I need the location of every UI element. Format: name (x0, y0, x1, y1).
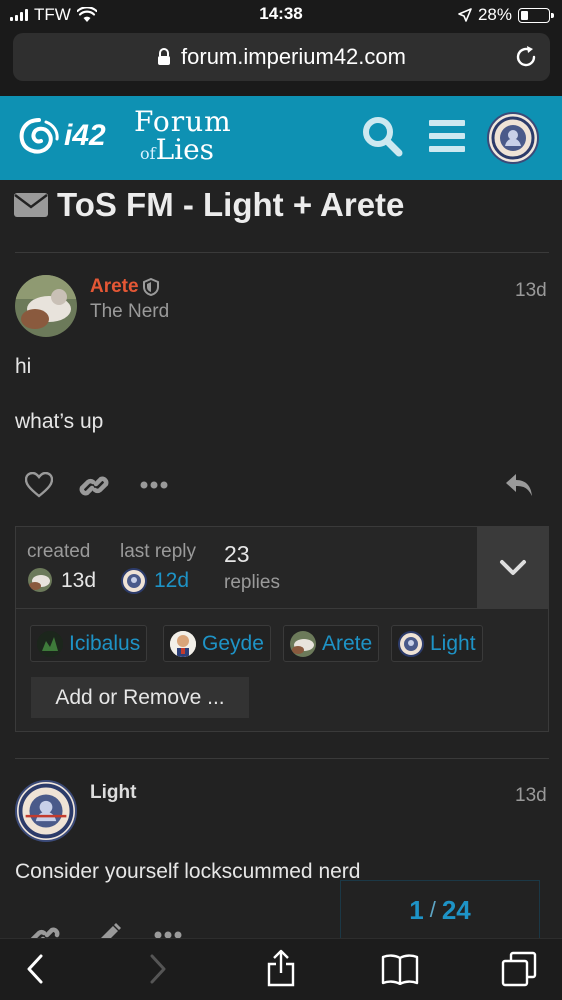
lock-icon (158, 48, 171, 65)
url-bar[interactable]: forum.imperium42.com (13, 33, 550, 81)
arete-mini-avatar (28, 568, 52, 592)
progress-total: 24 (441, 894, 471, 925)
envelope-icon (14, 193, 48, 217)
arete-chip-avatar-image (290, 630, 316, 657)
forum-logo-of: of (140, 144, 156, 163)
topic-map: created 13d last reply 12d 23 replies Ic… (15, 526, 549, 732)
forward-arrow-icon[interactable] (148, 953, 168, 985)
light-emblem-icon (18, 783, 74, 839)
replies-label: replies (224, 572, 280, 593)
created-label: created (27, 541, 91, 562)
participant-name: Arete (322, 631, 373, 655)
arete-avatar-image (15, 275, 77, 337)
light-avatar[interactable] (15, 780, 77, 842)
topic-map-summary[interactable]: created 13d last reply 12d 23 replies (16, 527, 549, 609)
arete-avatar[interactable] (15, 275, 77, 337)
post-author-arete[interactable]: Arete (90, 276, 159, 298)
post-divider (15, 758, 549, 759)
title-divider (15, 252, 549, 253)
participant-name: Light (430, 631, 476, 655)
post-age[interactable]: 13d (515, 280, 547, 302)
like-heart-icon[interactable] (25, 472, 53, 498)
i42-logo[interactable]: i42 (18, 116, 106, 156)
status-right: 28% (458, 5, 554, 25)
light-emblem-icon (491, 116, 535, 160)
post-body-line: Consider yourself lockscummed nerd (15, 860, 361, 883)
light-mini-avatar (127, 574, 141, 588)
moderator-shield-icon (142, 278, 159, 296)
post-body-line: what’s up (15, 410, 104, 433)
participant-chip-arete[interactable]: Arete (283, 625, 380, 662)
site-header: i42 Forum ofLies (0, 96, 562, 180)
forum-logo-line1: Forum (134, 105, 232, 138)
geyde-avatar-image (170, 630, 196, 657)
battery-icon (518, 7, 554, 23)
swirl-logo-icon (19, 118, 59, 154)
post-author-light[interactable]: Light (90, 782, 136, 804)
post-age[interactable]: 13d (515, 785, 547, 807)
participant-name: Geyde (202, 631, 264, 655)
share-icon[interactable] (266, 949, 296, 987)
post-author-name: Arete (90, 276, 139, 297)
arete-chip-avatar (290, 630, 316, 657)
status-bar: TFW 14:38 28% (0, 0, 562, 30)
created-by-avatar (28, 568, 52, 592)
search-icon[interactable] (360, 114, 404, 158)
location-arrow-icon (458, 8, 472, 22)
tabs-icon[interactable] (501, 951, 537, 987)
last-reply-label: last reply (120, 541, 197, 562)
progress-separator: / (429, 897, 436, 922)
icibalus-avatar (37, 630, 63, 657)
replies-count: 23 (224, 541, 250, 567)
progress-current: 1 (409, 894, 424, 925)
battery-percent: 28% (477, 5, 512, 24)
hamburger-menu-icon[interactable] (428, 118, 466, 154)
participant-chip-light[interactable]: Light (391, 625, 483, 662)
light-chip-avatar-image (404, 636, 418, 651)
battery-fill (521, 10, 529, 20)
last-reply-value[interactable]: 12d (154, 569, 189, 593)
reload-icon[interactable] (514, 45, 538, 69)
forum-logo-lies: Lies (155, 133, 215, 166)
topic-title-text: ToS FM - Light + Arete (57, 186, 405, 223)
participant-chip-icibalus[interactable]: Icibalus (30, 625, 148, 662)
last-reply-avatar (121, 568, 147, 594)
forum-logo-line2: ofLies (134, 136, 232, 168)
chevron-down-icon (500, 559, 526, 575)
reply-icon[interactable] (504, 472, 534, 498)
forum-of-lies-logo[interactable]: Forum ofLies (134, 108, 232, 168)
url-text: forum.imperium42.com (181, 44, 406, 69)
back-arrow-icon[interactable] (25, 953, 45, 985)
created-value: 13d (61, 569, 97, 592)
participant-name: Icibalus (69, 631, 141, 655)
i42-logo-text: i42 (64, 119, 106, 152)
bookmarks-icon[interactable] (381, 953, 419, 985)
share-link-icon[interactable] (79, 471, 109, 501)
post-user-title: The Nerd (90, 301, 170, 322)
topic-title: ToS FM - Light + Arete (13, 186, 404, 224)
browser-toolbar (0, 938, 562, 1000)
topic-progress-indicator[interactable]: 1 / 24 (340, 880, 540, 940)
icibalus-avatar-image (37, 630, 63, 657)
more-actions-icon[interactable] (140, 480, 168, 490)
expand-topic-map-button[interactable] (477, 527, 549, 608)
current-user-avatar[interactable] (487, 112, 539, 164)
light-chip-avatar (398, 630, 424, 657)
browser-url-area: forum.imperium42.com (0, 30, 562, 96)
geyde-avatar (170, 630, 196, 657)
post-body-line: hi (15, 355, 32, 378)
participant-chip-geyde[interactable]: Geyde (163, 625, 271, 662)
add-remove-participants-button[interactable]: Add or Remove ... (31, 677, 249, 718)
